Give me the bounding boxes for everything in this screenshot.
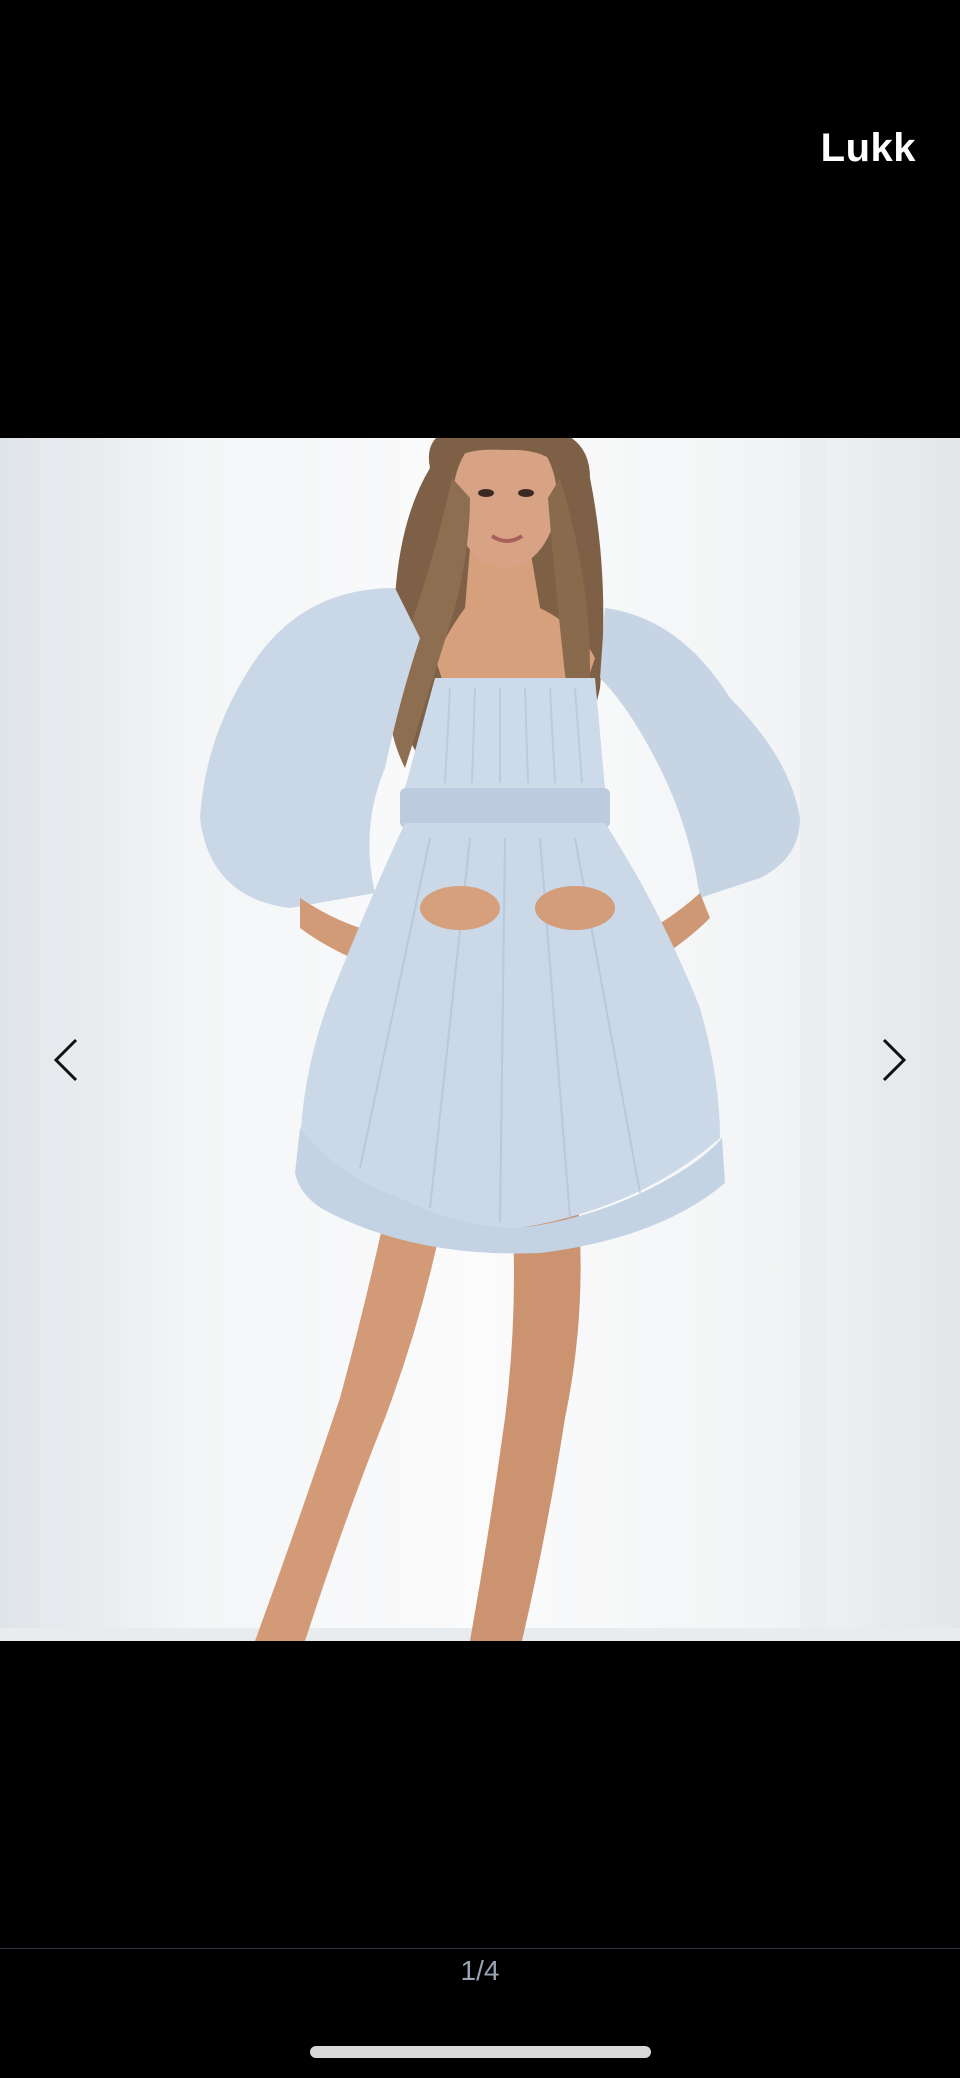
chevron-left-icon	[53, 1038, 78, 1082]
image-viewer: Lukk 1/4	[0, 0, 960, 2078]
previous-image-button[interactable]	[38, 1030, 98, 1090]
chevron-right-icon	[882, 1038, 907, 1082]
model-illustration	[0, 438, 960, 1641]
product-photo	[0, 438, 960, 1641]
bottom-divider	[0, 1948, 960, 1949]
home-indicator[interactable]	[310, 2046, 651, 2058]
close-button[interactable]: Lukk	[821, 128, 916, 168]
right-sleeve	[600, 608, 800, 898]
left-sleeve	[200, 588, 420, 908]
next-image-button[interactable]	[862, 1030, 922, 1090]
waist-tie	[400, 788, 610, 828]
page-indicator: 1/4	[460, 1955, 500, 1986]
